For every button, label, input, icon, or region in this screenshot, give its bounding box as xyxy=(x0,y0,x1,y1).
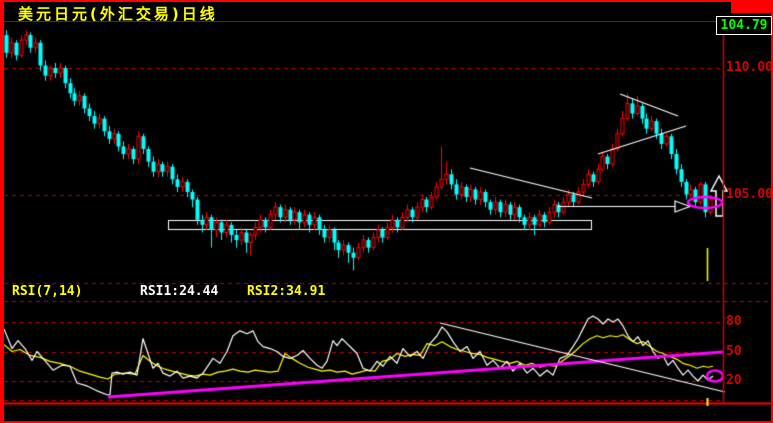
rsi1-value-label: RSI1:24.44 xyxy=(140,284,219,299)
price-axis-label: 110.00 xyxy=(726,60,773,75)
window-border-left xyxy=(0,0,4,423)
current-price-badge: 104.79 xyxy=(716,16,772,35)
rsi-label-row: RSI(7,14) RSI1:24.44 RSI2:34.91 xyxy=(4,284,723,300)
rsi-axis-label: 20 xyxy=(726,373,742,388)
chart-canvas[interactable] xyxy=(0,0,773,423)
titlebar-corner-block xyxy=(731,2,771,13)
title-separator xyxy=(0,21,773,22)
rsi-axis-label: 80 xyxy=(726,314,742,329)
title-bar: 美元日元(外汇交易)日线 xyxy=(4,2,771,23)
price-axis-label: 105.00 xyxy=(726,187,773,202)
window-border-top xyxy=(0,0,773,2)
rsi-axis-label: 50 xyxy=(726,344,742,359)
rsi2-value-label: RSI2:34.91 xyxy=(247,284,326,299)
app-window: 美元日元(外汇交易)日线 104.79 RSI(7,14) RSI1:24.44… xyxy=(0,0,773,423)
rsi-indicator-label: RSI(7,14) xyxy=(12,284,83,299)
